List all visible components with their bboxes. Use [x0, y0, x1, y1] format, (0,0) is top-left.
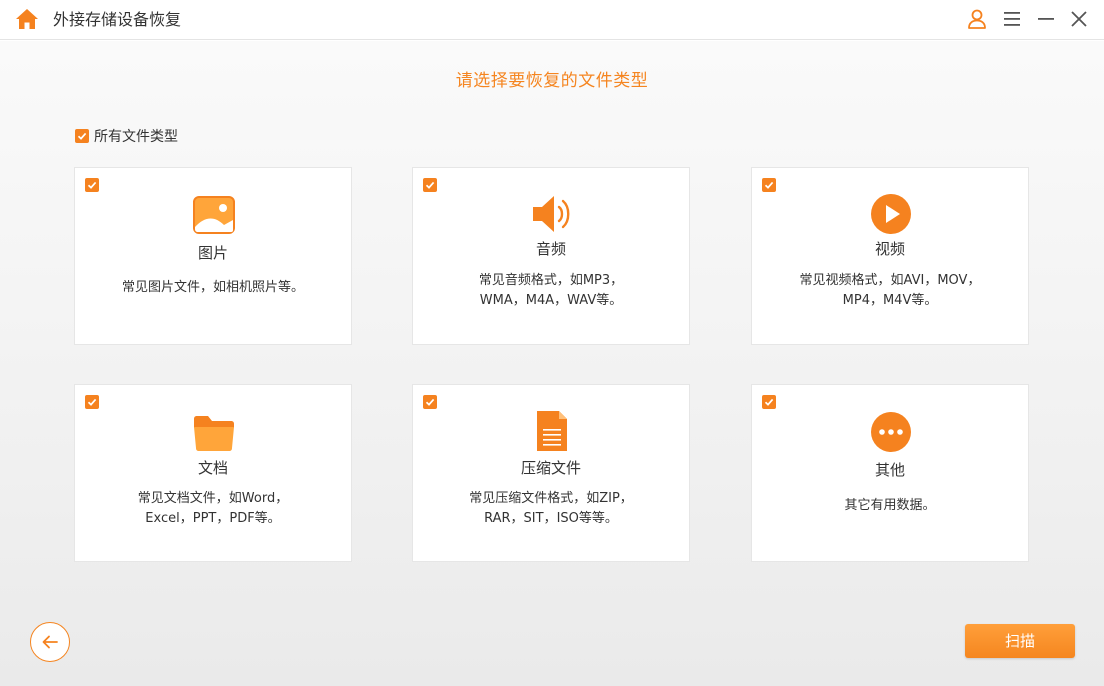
card-title: 音频 [535, 240, 566, 258]
close-icon[interactable] [1068, 8, 1090, 30]
card-documents[interactable]: 文档 常见文档文件，如Word， Excel，PPT，PDF等。 [74, 384, 352, 562]
checkbox-checked-icon[interactable] [423, 178, 437, 192]
checkbox-checked-icon[interactable] [85, 178, 99, 192]
card-title: 视频 [874, 240, 905, 258]
checkbox-checked-icon[interactable] [762, 178, 776, 192]
archive-file-icon [537, 411, 567, 451]
description-line: MP4，M4V等。 [842, 293, 938, 308]
minimize-icon[interactable] [1035, 8, 1057, 30]
description-line: 常见视频格式，如AVI，MOV， [799, 273, 981, 288]
menu-icon[interactable] [1001, 8, 1023, 30]
user-icon[interactable] [966, 8, 988, 30]
card-video[interactable]: 视频 常见视频格式，如AVI，MOV， MP4，M4V等。 [751, 167, 1029, 345]
card-description: 常见压缩文件格式，如ZIP， RAR，SIT，ISO等等。 [423, 489, 679, 529]
description-line: 常见文档文件，如Word， [137, 491, 289, 506]
title-bar: 外接存储设备恢复 [0, 0, 1104, 40]
all-types-checkbox[interactable]: 所有文件类型 [75, 127, 178, 145]
card-title: 文档 [197, 459, 228, 477]
scan-button[interactable]: 扫描 [965, 624, 1075, 658]
card-title: 图片 [197, 244, 228, 262]
folder-icon [194, 416, 234, 451]
audio-icon [533, 196, 570, 232]
description-line: RAR，SIT，ISO等等。 [484, 511, 618, 526]
arrow-left-icon [42, 635, 58, 649]
description-line: Excel，PPT，PDF等。 [145, 511, 281, 526]
card-description: 常见音频格式，如MP3， WMA，M4A，WAV等。 [423, 271, 679, 311]
card-title: 压缩文件 [520, 459, 581, 477]
description-line: 常见图片文件，如相机照片等。 [121, 280, 304, 295]
description-line: 常见压缩文件格式，如ZIP， [469, 491, 633, 506]
checkbox-checked-icon[interactable] [762, 395, 776, 409]
checkbox-checked-icon[interactable] [423, 395, 437, 409]
card-audio[interactable]: 音频 常见音频格式，如MP3， WMA，M4A，WAV等。 [412, 167, 690, 345]
checkbox-checked-icon[interactable] [75, 129, 89, 143]
card-images[interactable]: 图片 常见图片文件，如相机照片等。 [74, 167, 352, 345]
checkbox-checked-icon[interactable] [85, 395, 99, 409]
page-heading: 请选择要恢复的文件类型 [455, 71, 649, 91]
card-title: 其他 [874, 461, 905, 479]
all-types-label: 所有文件类型 [94, 129, 178, 145]
card-others[interactable]: 其他 其它有用数据。 [751, 384, 1029, 562]
back-button[interactable] [30, 622, 70, 662]
description-line: WMA，M4A，WAV等。 [479, 293, 623, 308]
card-archives[interactable]: 压缩文件 常见压缩文件格式，如ZIP， RAR，SIT，ISO等等。 [412, 384, 690, 562]
app-title: 外接存储设备恢复 [53, 10, 182, 29]
card-description: 常见图片文件，如相机照片等。 [85, 278, 341, 298]
description-line: 常见音频格式，如MP3， [478, 273, 624, 288]
video-play-icon [871, 194, 911, 234]
card-description: 其它有用数据。 [762, 496, 1018, 516]
home-icon[interactable] [15, 8, 39, 30]
main-panel: 请选择要恢复的文件类型 所有文件类型 图片 常见图片文件，如相机照片等。 音频 … [0, 41, 1104, 686]
description-line: 其它有用数据。 [844, 498, 936, 513]
card-description: 常见视频格式，如AVI，MOV， MP4，M4V等。 [762, 271, 1018, 311]
card-description: 常见文档文件，如Word， Excel，PPT，PDF等。 [85, 489, 341, 529]
more-icon [871, 412, 911, 452]
image-icon [193, 196, 235, 234]
